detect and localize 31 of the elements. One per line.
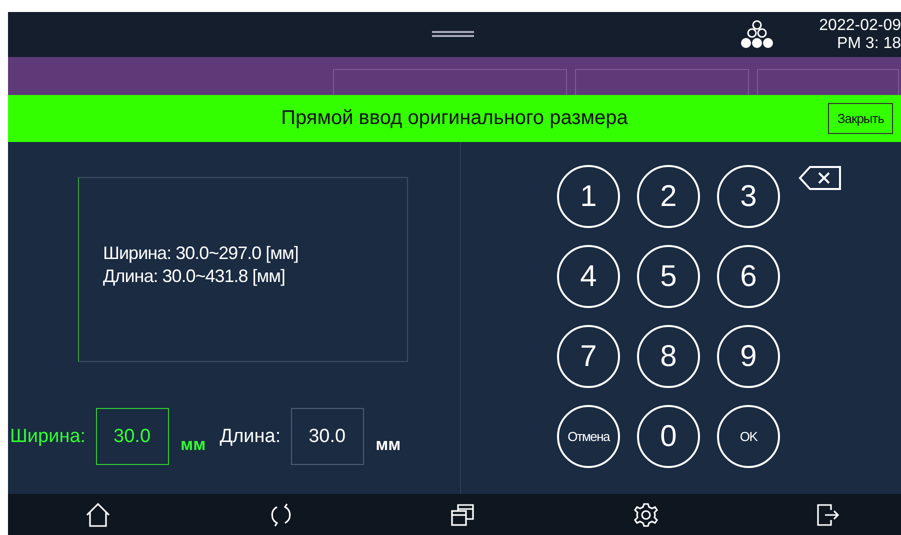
input-field[interactable]: 30.0 <box>96 408 169 465</box>
backspace-icon[interactable] <box>798 165 842 191</box>
exit-icon[interactable] <box>815 502 841 528</box>
keypad-key[interactable]: 4 <box>557 245 620 308</box>
range-text: Длина: 30.0~431.8 [мм] <box>103 264 286 288</box>
keypad-key[interactable]: 0 <box>637 405 700 468</box>
field-label: Длина: <box>220 426 281 448</box>
range-text: Ширина: 30.0~297.0 [мм] <box>103 242 300 264</box>
unit-text: мм <box>376 434 401 454</box>
network-icon[interactable] <box>739 20 775 50</box>
keypad-key[interactable]: 9 <box>717 325 780 388</box>
keypad-key[interactable]: 3 <box>717 165 780 228</box>
keypad-key[interactable]: Отмена <box>557 405 620 468</box>
drag-handle-icon[interactable] <box>432 31 474 37</box>
input-field[interactable]: 30.0 <box>290 408 364 465</box>
close-button[interactable]: Закрыть <box>828 103 893 134</box>
keypad-key[interactable]: 8 <box>637 325 700 388</box>
dialog-title: Прямой ввод оригинального размера <box>281 107 628 130</box>
date-text: 2022-02-09 <box>819 16 901 34</box>
keypad-key[interactable]: 2 <box>637 165 700 228</box>
unit-text: мм <box>180 434 206 454</box>
keypad-key[interactable]: 1 <box>557 165 620 228</box>
keypad-key[interactable]: 7 <box>557 325 620 388</box>
field-label: Ширина: <box>10 426 86 448</box>
home-icon[interactable] <box>85 502 111 528</box>
settings-icon[interactable] <box>632 502 658 528</box>
keypad-key[interactable]: 6 <box>717 245 780 308</box>
keypad-key[interactable]: 5 <box>637 245 700 308</box>
keypad-key[interactable]: OK <box>717 405 780 468</box>
time-text: PM 3: 18 <box>836 34 901 52</box>
windows-icon[interactable] <box>450 502 476 528</box>
